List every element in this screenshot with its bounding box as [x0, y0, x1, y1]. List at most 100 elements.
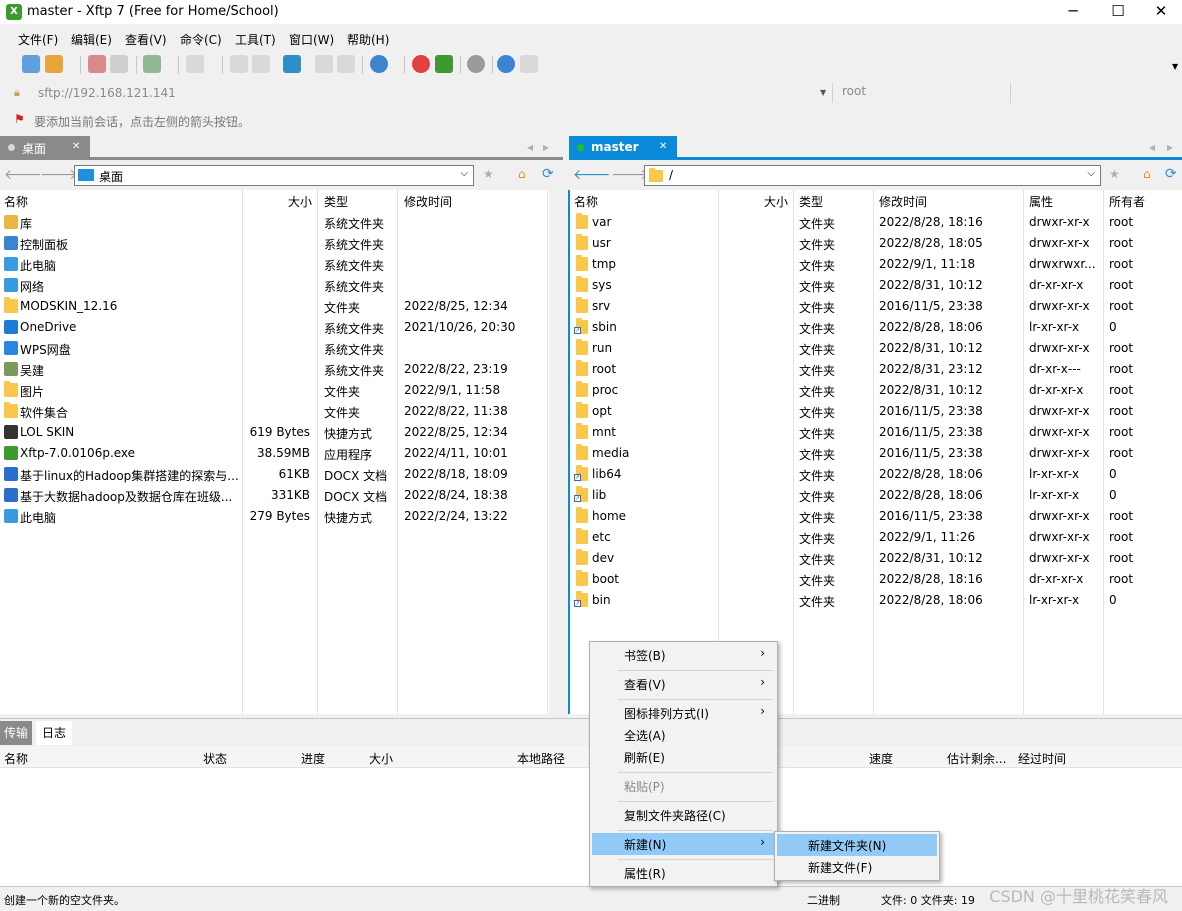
bookmark-star-icon[interactable]: ★: [1109, 167, 1120, 181]
table-row[interactable]: usr 文件夹 2022/8/28, 18:05 drwxr-xr-x root: [570, 233, 1182, 254]
menu-item-copy-folder-path[interactable]: 复制文件夹路径(C): [592, 804, 775, 826]
tab-scroll-left-icon[interactable]: ◂: [527, 140, 533, 154]
table-row[interactable]: 控制面板 系统文件夹: [0, 233, 547, 254]
table-row[interactable]: ↗ lib 文件夹 2022/8/28, 18:06 lr-xr-xr-x 0: [570, 485, 1182, 506]
table-row[interactable]: mnt 文件夹 2016/11/5, 23:38 drwxr-xr-x root: [570, 422, 1182, 443]
gear-icon[interactable]: [467, 55, 485, 73]
transfer-icon[interactable]: [283, 55, 301, 73]
table-row[interactable]: etc 文件夹 2022/9/1, 11:26 drwxr-xr-x root: [570, 527, 1182, 548]
home-icon[interactable]: ⌂: [1143, 167, 1151, 181]
open-folder-icon[interactable]: [45, 55, 63, 73]
disconnect-icon[interactable]: [88, 55, 106, 73]
user-field[interactable]: root: [842, 84, 866, 98]
menu-item-view[interactable]: 查看(V) ›: [592, 673, 775, 695]
globe-icon[interactable]: [370, 55, 388, 73]
transfer-col-eta[interactable]: 估计剩余...: [947, 750, 1006, 767]
tab-scroll-right-icon[interactable]: ▸: [543, 140, 549, 154]
xftp-icon[interactable]: [435, 55, 453, 73]
menu-view[interactable]: 查看(V): [125, 28, 167, 48]
transfer-col-name[interactable]: 名称: [4, 750, 28, 767]
transfer-col-speed[interactable]: 速度: [869, 750, 893, 767]
table-row[interactable]: proc 文件夹 2022/8/31, 10:12 dr-xr-xr-x root: [570, 380, 1182, 401]
submenu-item-new-file[interactable]: 新建文件(F): [777, 856, 937, 878]
table-row[interactable]: 此电脑 279 Bytes 快捷方式 2022/2/24, 13:22: [0, 506, 547, 527]
col-header-attr[interactable]: 属性: [1029, 193, 1053, 210]
tab-transfer[interactable]: 传输: [0, 721, 33, 745]
refresh-icon[interactable]: ⟳: [1165, 166, 1177, 182]
table-row[interactable]: media 文件夹 2016/11/5, 23:38 drwxr-xr-x root: [570, 443, 1182, 464]
document2-icon[interactable]: [252, 55, 270, 73]
tab-scroll-left-icon[interactable]: ◂: [1149, 140, 1155, 154]
close-button[interactable]: ✕: [1138, 0, 1182, 24]
document-icon[interactable]: [230, 55, 248, 73]
menu-tools[interactable]: 工具(T): [235, 28, 276, 48]
col-header-mtime[interactable]: 修改时间: [404, 193, 452, 210]
minimize-button[interactable]: ─: [1050, 0, 1096, 24]
right-path-input[interactable]: / ⌵: [644, 165, 1101, 186]
col-header-type[interactable]: 类型: [799, 193, 823, 210]
new-tab-icon[interactable]: [143, 55, 161, 73]
table-row[interactable]: LOL SKIN 619 Bytes 快捷方式 2022/8/25, 12:34: [0, 422, 547, 443]
tab-log[interactable]: 日志: [36, 721, 73, 745]
media-icon[interactable]: [186, 55, 204, 73]
menu-file[interactable]: 文件(F): [18, 28, 58, 48]
bookmark-star-icon[interactable]: ★: [483, 167, 494, 181]
menu-item-new[interactable]: 新建(N) ›: [592, 833, 775, 855]
menu-command[interactable]: 命令(C): [180, 28, 222, 48]
tab-close-icon[interactable]: ✕: [659, 141, 667, 152]
menu-item-arrange-icons[interactable]: 图标排列方式(I) ›: [592, 702, 775, 724]
col-header-mtime[interactable]: 修改时间: [879, 193, 927, 210]
copy-icon[interactable]: [315, 55, 333, 73]
paste-icon[interactable]: [337, 55, 355, 73]
table-row[interactable]: MODSKIN_12.16 文件夹 2022/8/25, 12:34: [0, 296, 547, 317]
menu-item-refresh[interactable]: 刷新(E): [592, 746, 775, 768]
menu-item-properties[interactable]: 属性(R): [592, 862, 775, 884]
table-row[interactable]: 软件集合 文件夹 2022/8/22, 11:38: [0, 401, 547, 422]
bookmark-arrow-icon[interactable]: ⚑: [14, 112, 25, 126]
menu-item-bookmark[interactable]: 书签(B) ›: [592, 644, 775, 666]
transfer-col-status[interactable]: 状态: [203, 750, 227, 767]
table-row[interactable]: Xftp-7.0.0106p.exe 38.59MB 应用程序 2022/4/11, …: [0, 443, 547, 464]
table-row[interactable]: 此电脑 系统文件夹: [0, 254, 547, 275]
path-dropdown-icon[interactable]: ⌵: [1087, 168, 1095, 179]
transfer-col-progress[interactable]: 进度: [301, 750, 325, 767]
col-header-name[interactable]: 名称: [4, 193, 28, 210]
tab-desktop[interactable]: 桌面 ✕: [0, 136, 90, 160]
table-row[interactable]: tmp 文件夹 2022/9/1, 11:18 drwxrwxr... root: [570, 254, 1182, 275]
table-row[interactable]: root 文件夹 2022/8/31, 23:12 dr-xr-x--- root: [570, 359, 1182, 380]
table-row[interactable]: boot 文件夹 2022/8/28, 18:16 dr-xr-xr-x root: [570, 569, 1182, 590]
chat-icon[interactable]: [520, 55, 538, 73]
back-arrow-icon[interactable]: 🡐: [4, 166, 42, 183]
tab-close-icon[interactable]: ✕: [72, 141, 80, 152]
tab-scroll-right-icon[interactable]: ▸: [1167, 140, 1173, 154]
table-row[interactable]: opt 文件夹 2016/11/5, 23:38 drwxr-xr-x root: [570, 401, 1182, 422]
menu-help[interactable]: 帮助(H): [347, 28, 389, 48]
link-icon[interactable]: [110, 55, 128, 73]
table-row[interactable]: 网络 系统文件夹: [0, 275, 547, 296]
table-row[interactable]: ↗ lib64 文件夹 2022/8/28, 18:06 lr-xr-xr-x 0: [570, 464, 1182, 485]
table-row[interactable]: srv 文件夹 2016/11/5, 23:38 drwxr-xr-x root: [570, 296, 1182, 317]
table-row[interactable]: sys 文件夹 2022/8/31, 10:12 dr-xr-xr-x root: [570, 275, 1182, 296]
left-scrollbar[interactable]: [549, 190, 563, 714]
xshell-icon[interactable]: [412, 55, 430, 73]
tab-master[interactable]: master ✕: [569, 136, 677, 160]
menu-edit[interactable]: 编辑(E): [71, 28, 112, 48]
address-input[interactable]: sftp://192.168.121.141: [38, 86, 176, 100]
col-header-type[interactable]: 类型: [324, 193, 348, 210]
transfer-col-local-path[interactable]: 本地路径: [517, 750, 565, 767]
table-row[interactable]: dev 文件夹 2022/8/31, 10:12 drwxr-xr-x root: [570, 548, 1182, 569]
table-row[interactable]: 吴建 系统文件夹 2022/8/22, 23:19: [0, 359, 547, 380]
help-icon[interactable]: [497, 55, 515, 73]
table-row[interactable]: home 文件夹 2016/11/5, 23:38 drwxr-xr-x root: [570, 506, 1182, 527]
table-row[interactable]: 库 系统文件夹: [0, 212, 547, 233]
table-row[interactable]: 图片 文件夹 2022/9/1, 11:58: [0, 380, 547, 401]
back-arrow-icon[interactable]: 🡐: [573, 166, 611, 183]
new-session-icon[interactable]: [22, 55, 40, 73]
submenu-item-new-folder[interactable]: 新建文件夹(N): [777, 834, 937, 856]
col-header-owner[interactable]: 所有者: [1109, 193, 1145, 210]
col-header-size[interactable]: 大小: [288, 193, 312, 210]
toolbar-overflow-icon[interactable]: ▼: [1172, 62, 1178, 71]
transfer-mode[interactable]: 二进制: [807, 892, 840, 908]
transfer-col-size[interactable]: 大小: [369, 750, 393, 767]
col-header-size[interactable]: 大小: [764, 193, 788, 210]
